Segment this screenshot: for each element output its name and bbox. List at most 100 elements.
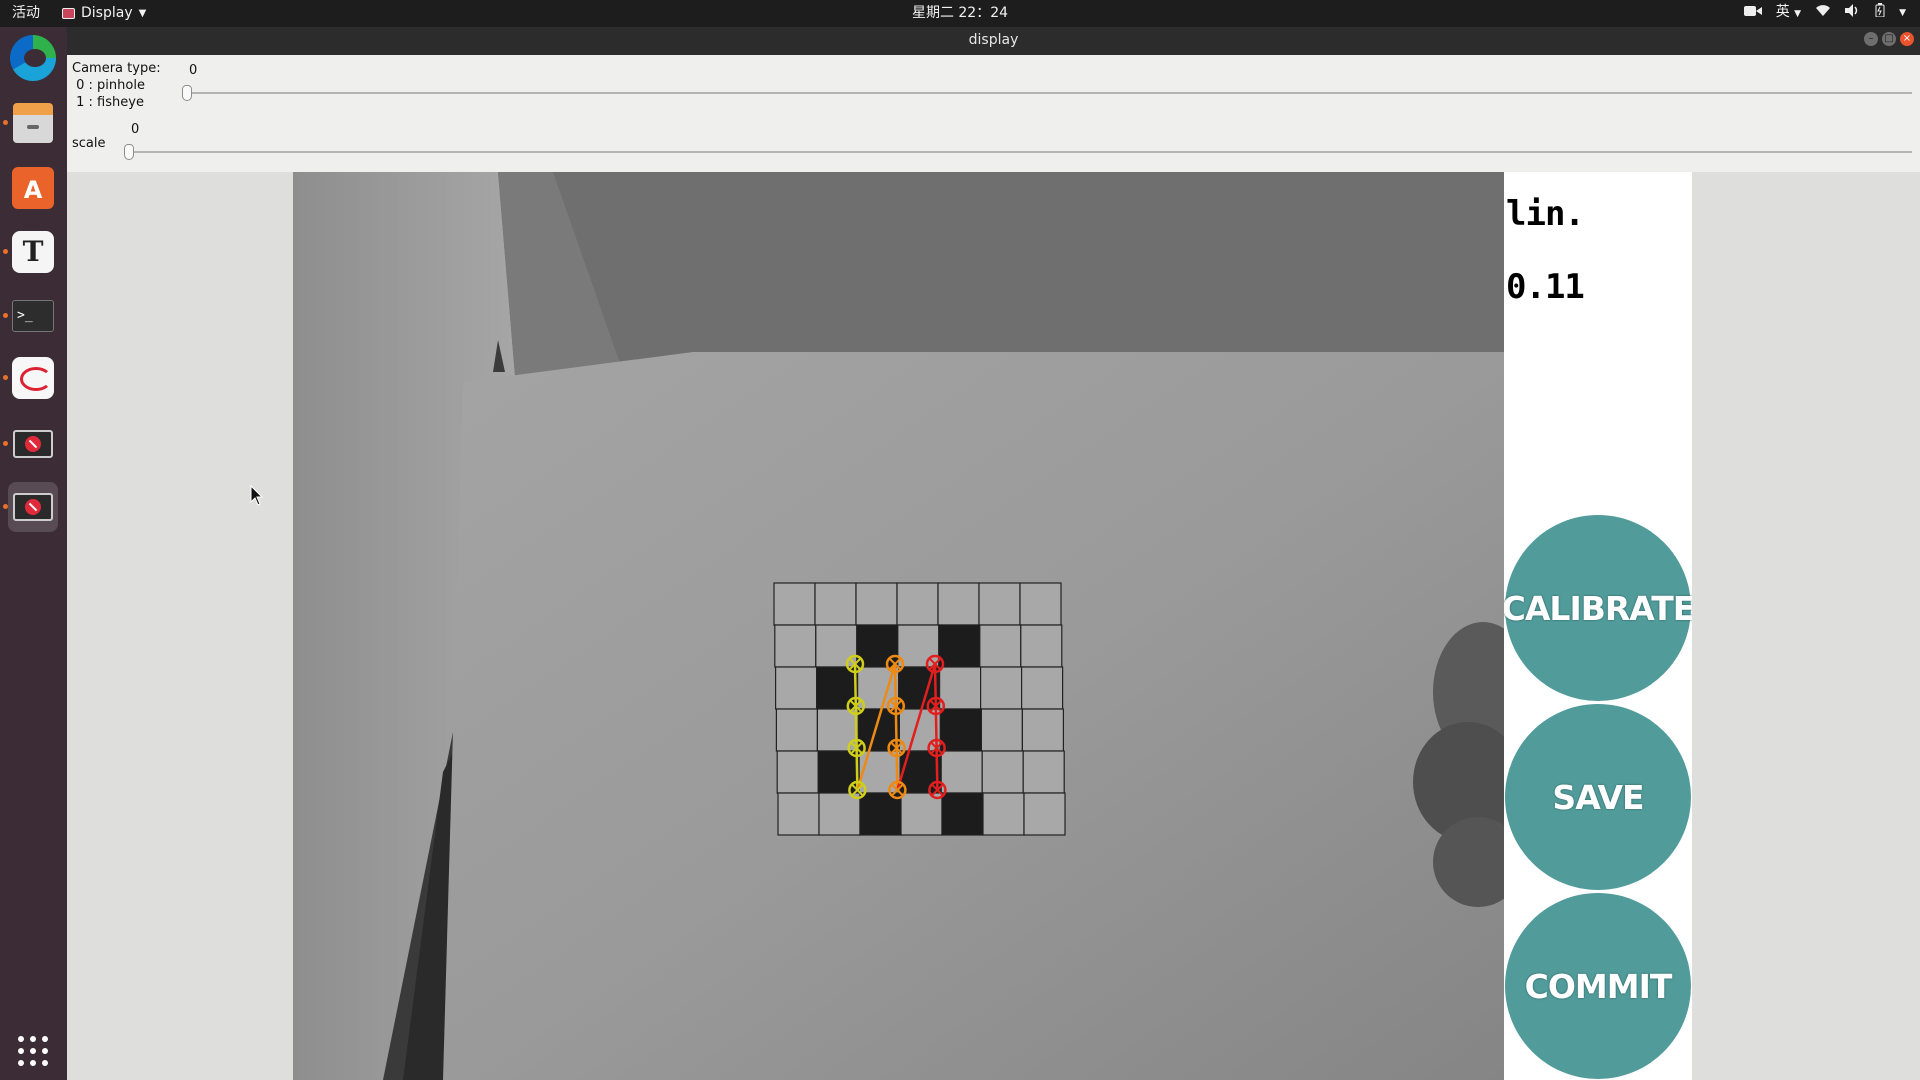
top-bar: 活动 Display ▼ 星期二 22：24 英 ▼ ▼ [0,0,1920,27]
edge-browser-icon [10,35,56,81]
checkerboard-square [896,582,939,626]
corner-link-line [935,747,939,791]
checkerboard-square [937,582,980,626]
minimize-icon[interactable]: – [1864,32,1878,46]
maximize-icon[interactable]: □ [1882,32,1896,46]
camera-type-value: 0 [189,63,198,78]
display-app-icon [62,8,75,19]
dock-item-display-1[interactable] [3,419,58,469]
camera-frame [293,172,1504,1080]
checkerboard-square [978,582,1021,626]
checkerboard-square [939,708,983,752]
battery-icon[interactable] [1875,0,1885,27]
corner-link-line [855,747,859,791]
wifi-icon[interactable] [1815,0,1831,27]
system-tray[interactable]: 英 ▼ ▼ [1743,0,1906,28]
running-indicator [3,249,8,254]
metric-value: 0.11 [1506,267,1585,307]
activities-button[interactable]: 活动 [12,0,40,27]
checkerboard-square [777,792,820,836]
volume-icon[interactable] [1845,0,1861,27]
clock[interactable]: 星期二 22：24 [0,0,1920,27]
running-indicator [3,120,8,125]
show-applications-button[interactable] [18,1036,48,1066]
corner-link-line [894,705,898,749]
checkerboard [773,582,1066,836]
dock-item-edge[interactable] [8,33,58,83]
checkerboard-square [938,624,981,668]
corner-link-line [934,705,938,749]
scale-label: scale [72,136,106,151]
checkerboard-square [900,792,943,836]
calibration-panel: lin. 0.11 CALIBRATE SAVE COMMIT [1504,172,1692,1080]
camera-type-slider-track[interactable] [187,92,1912,94]
trackbar-panel: Camera type: 0 : pinhole 1 : fisheye 0 s… [67,55,1920,172]
display-app-icon [13,493,53,521]
chevron-down-icon: ▼ [138,8,147,19]
system-menu-icon[interactable]: ▼ [1899,0,1906,27]
checkerboard-square [774,624,817,668]
checkerboard-square [941,792,984,836]
dock-item-software[interactable]: A [8,163,58,213]
scale-slider-track[interactable] [129,151,1912,153]
dock-item-files[interactable] [3,98,58,148]
app-menu-label: Display [81,5,133,21]
corner-link-line [933,663,938,707]
camera-type-label: Camera type: 0 : pinhole 1 : fisheye [72,61,161,110]
checkerboard-square [1020,666,1064,710]
checkerboard-square [979,666,1023,710]
input-method-label: 英 [1775,4,1790,20]
checkerboard-square [776,750,819,794]
dock-item-terminal[interactable]: >_ [3,291,58,341]
checkerboard-square [980,708,1024,752]
corner-link-line [854,705,858,749]
checkerboard-square [940,750,983,794]
corner-link-line [853,663,858,707]
text-editor-icon: T [12,231,54,273]
checkerboard-square [1021,708,1065,752]
terminal-icon: >_ [12,300,54,332]
camera-view [293,172,1504,1080]
files-icon [13,103,53,143]
camera-type-slider-handle[interactable] [182,85,192,101]
checkerboard-square [981,750,1024,794]
dock: A T >_ [0,27,67,1080]
checkerboard-square [982,792,1025,836]
metric-label: lin. [1506,194,1585,234]
checkerboard-square [979,624,1022,668]
dock-item-display-2[interactable] [3,482,58,532]
checkerboard-square [1019,582,1062,626]
dock-item-document-reader[interactable] [3,353,58,403]
running-indicator [3,375,8,380]
calibrate-button[interactable]: CALIBRATE [1504,515,1692,701]
display-app-icon [13,430,53,458]
app-menu[interactable]: Display ▼ [62,0,146,27]
chevron-down-icon: ▼ [1794,9,1802,19]
scale-value: 0 [131,122,140,137]
checkerboard-square [775,666,818,710]
running-indicator [3,313,8,318]
checkerboard-square [773,582,816,626]
window-title: display [968,32,1019,48]
camera-icon[interactable] [1743,0,1762,27]
checkerboard-square [855,582,898,626]
checkerboard-square [859,792,902,836]
input-method-indicator[interactable]: 英 ▼ [1776,0,1801,28]
scale-slider-handle[interactable] [124,144,134,160]
corner-link-line [893,663,898,707]
checkerboard-square [1023,792,1066,836]
checkerboard-square [814,582,857,626]
running-indicator [3,504,8,509]
checkerboard-square [775,708,818,752]
close-icon[interactable]: × [1900,32,1914,46]
checkerboard-square [938,666,982,710]
commit-button[interactable]: COMMIT [1505,893,1691,1079]
software-store-icon: A [12,167,54,209]
document-reader-icon [12,357,54,399]
checkerboard-square [1020,624,1063,668]
save-button[interactable]: SAVE [1505,704,1691,890]
window-titlebar[interactable]: display – □ × [67,27,1920,55]
dock-item-text-editor[interactable]: T [3,227,58,277]
checkerboard-square [818,792,861,836]
mouse-cursor-icon [250,484,264,511]
